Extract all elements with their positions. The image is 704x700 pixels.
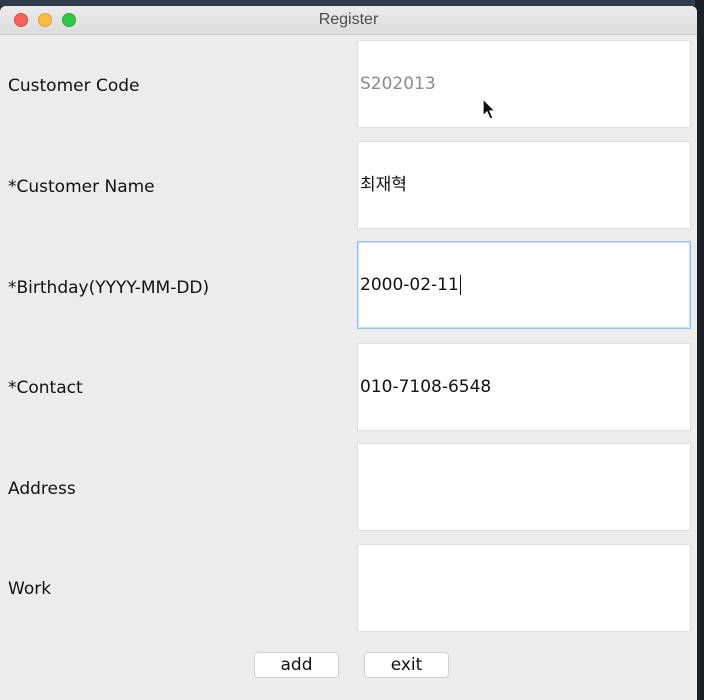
- work-field[interactable]: [357, 544, 691, 632]
- address-field[interactable]: [357, 443, 691, 531]
- work-label: Work: [8, 579, 52, 599]
- customer-name-label: *Customer Name: [8, 177, 155, 197]
- contact-field[interactable]: 010-7108-6548: [357, 343, 691, 431]
- birthday-field[interactable]: 2000-02-11: [357, 241, 691, 329]
- address-label: Address: [8, 479, 76, 499]
- birthday-value: 2000-02-11: [360, 275, 459, 295]
- customer-code-field: S202013: [357, 40, 691, 128]
- add-button[interactable]: add: [254, 652, 339, 678]
- customer-code-label: Customer Code: [8, 76, 140, 96]
- text-caret: [459, 275, 461, 295]
- exit-button[interactable]: exit: [364, 652, 449, 678]
- birthday-label: *Birthday(YYYY-MM-DD): [8, 278, 210, 298]
- mouse-pointer-icon: [482, 98, 497, 120]
- customer-name-field[interactable]: 최재혁: [357, 141, 691, 229]
- contact-value: 010-7108-6548: [360, 377, 492, 397]
- contact-label: *Contact: [8, 378, 83, 398]
- title-bar[interactable]: Register: [0, 6, 697, 35]
- window-title: Register: [318, 11, 379, 28]
- customer-name-value: 최재혁: [360, 175, 407, 195]
- customer-code-value: S202013: [360, 74, 436, 94]
- register-window: Register Customer Code S202013 *Customer…: [0, 6, 697, 700]
